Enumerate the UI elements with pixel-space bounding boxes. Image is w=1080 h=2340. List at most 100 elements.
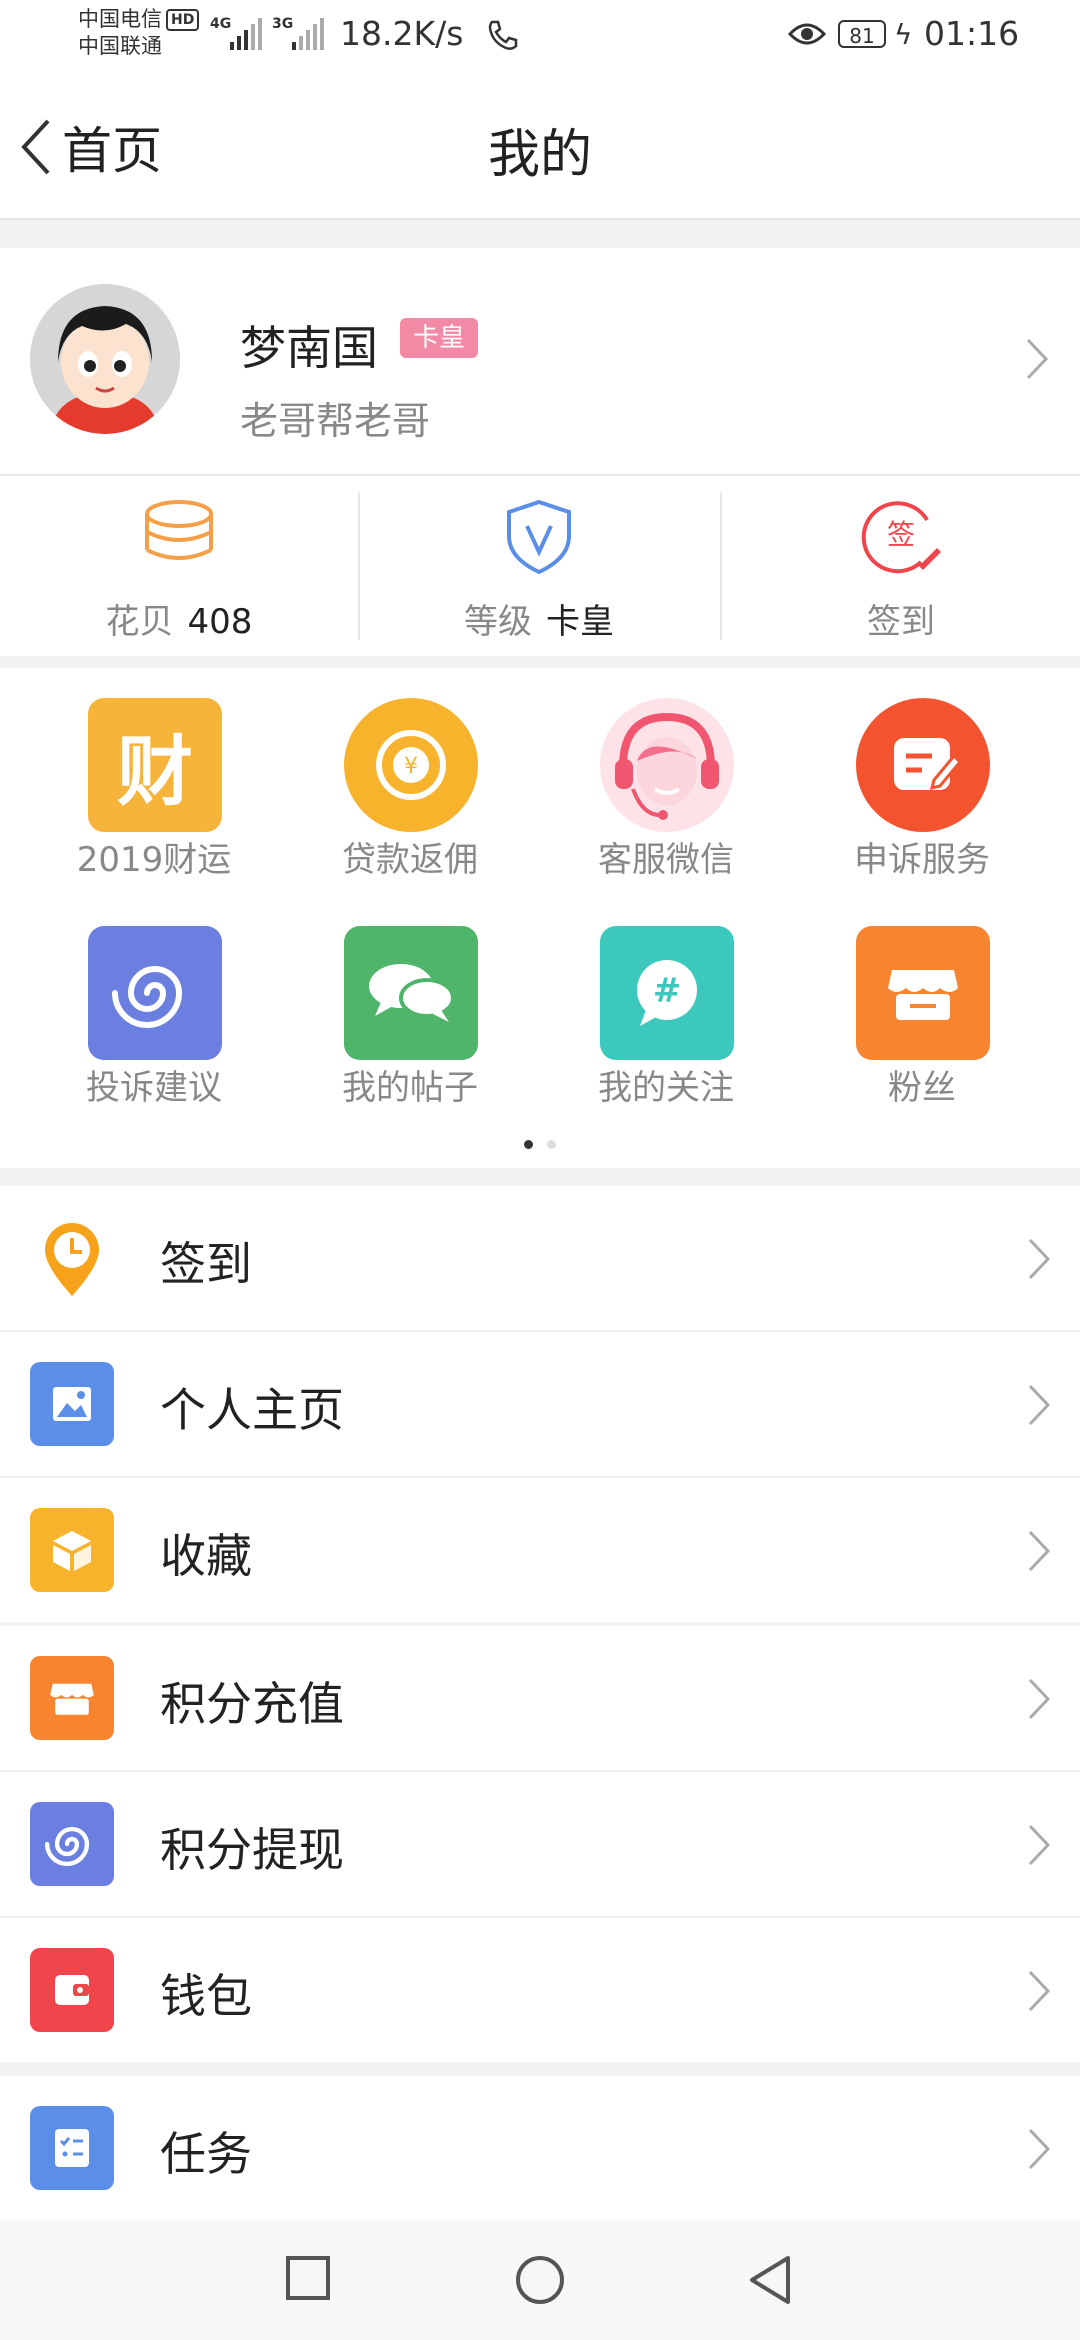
fortune-glyph: 财 bbox=[117, 727, 193, 816]
stat-coins-value: 408 bbox=[187, 602, 253, 642]
grid-item-label: 申诉服务 bbox=[854, 840, 990, 880]
menu-item-tasks[interactable]: 任务 bbox=[0, 2076, 1080, 2220]
menu-item-points-withdraw[interactable]: 积分提现 bbox=[0, 1772, 1080, 1918]
customer-service-icon bbox=[600, 698, 734, 832]
chevron-right-icon bbox=[1028, 2128, 1051, 2170]
menu-item-favorites[interactable]: 收藏 bbox=[0, 1478, 1080, 1622]
hashtag-icon: # bbox=[600, 926, 734, 1060]
menu-group-3: 任务 bbox=[0, 2076, 1080, 2220]
stats-bar: 花贝 408 等级 卡皇 签 签到 bbox=[0, 474, 1080, 656]
menu-item-sign-in[interactable]: 签到 bbox=[0, 1186, 1080, 1332]
grid-item-label: 2019财运 bbox=[76, 840, 232, 880]
store-icon bbox=[856, 926, 990, 1060]
grid-item-fortune[interactable]: 财 2019财运 bbox=[26, 668, 282, 888]
eye-comfort-icon bbox=[788, 23, 826, 45]
coin-yen-icon: ¥ bbox=[344, 698, 478, 832]
username: 梦南国 bbox=[240, 321, 378, 375]
menu-item-profile-page[interactable]: 个人主页 bbox=[0, 1332, 1080, 1478]
wallet-icon bbox=[30, 1948, 114, 2032]
charging-icon: ϟ bbox=[894, 18, 913, 51]
grid-item-appeal[interactable]: 申诉服务 bbox=[794, 668, 1050, 888]
network-speed: 18.2K/s bbox=[340, 14, 464, 53]
grid-item-label: 粉丝 bbox=[888, 1068, 956, 1108]
carrier-info: 中国电信 HD 中国联通 bbox=[78, 6, 200, 60]
stat-sign-in-label: 签到 bbox=[867, 602, 935, 642]
battery-level: 81 bbox=[838, 20, 886, 48]
hd-call-icon bbox=[488, 20, 518, 50]
svg-text:签: 签 bbox=[887, 518, 915, 551]
avatar[interactable] bbox=[30, 284, 180, 434]
shield-v-icon bbox=[507, 499, 571, 575]
chevron-right-icon bbox=[1028, 1238, 1051, 1280]
menu-item-points-recharge[interactable]: 积分充值 bbox=[0, 1626, 1080, 1772]
carrier-1: 中国电信 bbox=[78, 7, 162, 31]
menu-item-label: 积分提现 bbox=[160, 1823, 344, 1877]
spiral-icon bbox=[88, 926, 222, 1060]
stat-sign-in[interactable]: 签 签到 bbox=[722, 476, 1080, 656]
page-title: 我的 bbox=[487, 125, 592, 185]
menu-item-label: 个人主页 bbox=[160, 1383, 344, 1437]
grid-item-label: 我的帖子 bbox=[342, 1068, 478, 1108]
appeal-icon bbox=[856, 698, 990, 832]
grid-item-my-follows[interactable]: # 我的关注 bbox=[538, 896, 794, 1116]
chat-icon bbox=[344, 926, 478, 1060]
signal-icon bbox=[230, 18, 262, 50]
box-icon bbox=[30, 1508, 114, 1592]
menu-group-2: 积分充值 积分提现 钱包 bbox=[0, 1626, 1080, 2062]
avatar-image bbox=[30, 284, 180, 434]
clock-pin-icon bbox=[30, 1216, 114, 1300]
grid-item-label: 客服微信 bbox=[598, 840, 734, 880]
page-dot-active[interactable] bbox=[524, 1140, 533, 1149]
grid-item-customer-service[interactable]: 客服微信 bbox=[538, 668, 794, 888]
clock: 01:16 bbox=[924, 14, 1020, 53]
system-nav-bar bbox=[0, 2220, 1080, 2340]
hd-badge: HD bbox=[166, 9, 200, 31]
grid-item-label: 投诉建议 bbox=[86, 1068, 222, 1108]
sign-in-icon: 签 bbox=[861, 501, 941, 574]
spiral-icon bbox=[30, 1802, 114, 1886]
user-signature: 老哥帮老哥 bbox=[240, 399, 431, 443]
chevron-right-icon bbox=[1028, 1970, 1051, 2012]
chevron-right-icon bbox=[1028, 1824, 1051, 1866]
grid-item-fans[interactable]: 粉丝 bbox=[794, 896, 1050, 1116]
chevron-right-icon bbox=[1028, 1530, 1051, 1572]
fortune-icon: 财 bbox=[88, 698, 222, 832]
recent-apps-icon[interactable] bbox=[284, 2254, 332, 2302]
grid-item-complaint[interactable]: 投诉建议 bbox=[26, 896, 282, 1116]
stat-level-label: 等级 bbox=[464, 602, 532, 642]
grid-item-label: 我的关注 bbox=[598, 1068, 734, 1108]
store-icon bbox=[30, 1656, 114, 1740]
chevron-right-icon bbox=[1028, 1384, 1051, 1426]
menu-item-wallet[interactable]: 钱包 bbox=[0, 1918, 1080, 2062]
carrier-2: 中国联通 bbox=[78, 34, 162, 58]
page-indicator bbox=[0, 1140, 1080, 1149]
back-triangle-icon[interactable] bbox=[746, 2254, 794, 2306]
feature-grid: 财 2019财运 ¥ 贷款返佣 客服微信 申诉服务 投诉建议 我的帖子 # 我的… bbox=[0, 668, 1080, 1168]
menu-item-label: 任务 bbox=[160, 2127, 252, 2181]
coins-icon bbox=[145, 500, 213, 560]
menu-item-label: 钱包 bbox=[160, 1969, 252, 2023]
stat-coins-label: 花贝 bbox=[105, 602, 174, 642]
svg-text:¥: ¥ bbox=[404, 754, 418, 779]
chevron-right-icon bbox=[1028, 1678, 1051, 1720]
menu-item-label: 积分充值 bbox=[160, 1677, 344, 1731]
grid-item-loan-rebate[interactable]: ¥ 贷款返佣 bbox=[282, 668, 538, 888]
chevron-right-icon bbox=[1026, 338, 1049, 380]
menu-item-label: 收藏 bbox=[160, 1529, 252, 1583]
stat-coins[interactable]: 花贝 408 bbox=[0, 476, 358, 656]
nav-bar: 首页 我的 bbox=[0, 72, 1080, 220]
profile-card[interactable]: 梦南国 卡皇 老哥帮老哥 bbox=[0, 248, 1080, 474]
home-icon[interactable] bbox=[514, 2254, 566, 2306]
svg-text:#: # bbox=[653, 971, 682, 1011]
signal-icon-2 bbox=[292, 18, 324, 50]
level-badge: 卡皇 bbox=[400, 318, 478, 358]
image-icon bbox=[30, 1362, 114, 1446]
page-dot[interactable] bbox=[547, 1140, 556, 1149]
grid-item-label: 贷款返佣 bbox=[342, 840, 478, 880]
tasks-icon bbox=[30, 2106, 114, 2190]
menu-item-label: 签到 bbox=[160, 1237, 252, 1291]
status-bar: 中国电信 HD 中国联通 4G 3G 18.2K/s 81 ϟ 01:16 bbox=[0, 0, 1080, 72]
stat-level[interactable]: 等级 卡皇 bbox=[360, 476, 718, 656]
stat-level-value: 卡皇 bbox=[546, 602, 614, 642]
grid-item-my-posts[interactable]: 我的帖子 bbox=[282, 896, 538, 1116]
